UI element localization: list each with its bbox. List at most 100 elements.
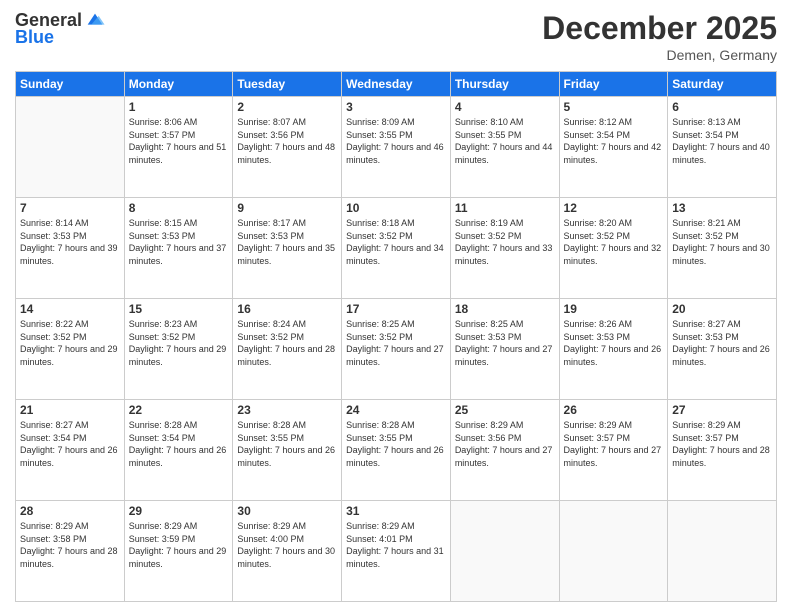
calendar-cell: 12 Sunrise: 8:20 AM Sunset: 3:52 PM Dayl…: [559, 198, 668, 299]
day-info: Sunrise: 8:25 AM Sunset: 3:52 PM Dayligh…: [346, 318, 446, 368]
day-number: 1: [129, 100, 229, 114]
calendar-cell: 20 Sunrise: 8:27 AM Sunset: 3:53 PM Dayl…: [668, 299, 777, 400]
day-info: Sunrise: 8:24 AM Sunset: 3:52 PM Dayligh…: [237, 318, 337, 368]
calendar-cell: 1 Sunrise: 8:06 AM Sunset: 3:57 PM Dayli…: [124, 97, 233, 198]
day-info: Sunrise: 8:06 AM Sunset: 3:57 PM Dayligh…: [129, 116, 229, 166]
month-title: December 2025: [542, 10, 777, 47]
col-header-tuesday: Tuesday: [233, 72, 342, 97]
calendar-cell: 22 Sunrise: 8:28 AM Sunset: 3:54 PM Dayl…: [124, 400, 233, 501]
logo-text-blue: Blue: [15, 28, 54, 48]
day-info: Sunrise: 8:29 AM Sunset: 3:57 PM Dayligh…: [564, 419, 664, 469]
day-number: 9: [237, 201, 337, 215]
calendar-week-4: 28 Sunrise: 8:29 AM Sunset: 3:58 PM Dayl…: [16, 501, 777, 602]
day-info: Sunrise: 8:28 AM Sunset: 3:55 PM Dayligh…: [346, 419, 446, 469]
calendar-cell: 19 Sunrise: 8:26 AM Sunset: 3:53 PM Dayl…: [559, 299, 668, 400]
calendar-cell: 23 Sunrise: 8:28 AM Sunset: 3:55 PM Dayl…: [233, 400, 342, 501]
col-header-sunday: Sunday: [16, 72, 125, 97]
day-number: 29: [129, 504, 229, 518]
page: General Blue December 2025 Demen, German…: [0, 0, 792, 612]
day-number: 18: [455, 302, 555, 316]
day-info: Sunrise: 8:28 AM Sunset: 3:55 PM Dayligh…: [237, 419, 337, 469]
day-info: Sunrise: 8:29 AM Sunset: 4:00 PM Dayligh…: [237, 520, 337, 570]
logo-icon: [84, 10, 106, 32]
day-number: 8: [129, 201, 229, 215]
calendar-cell: 26 Sunrise: 8:29 AM Sunset: 3:57 PM Dayl…: [559, 400, 668, 501]
day-info: Sunrise: 8:07 AM Sunset: 3:56 PM Dayligh…: [237, 116, 337, 166]
day-info: Sunrise: 8:10 AM Sunset: 3:55 PM Dayligh…: [455, 116, 555, 166]
calendar-cell: 9 Sunrise: 8:17 AM Sunset: 3:53 PM Dayli…: [233, 198, 342, 299]
calendar-cell: 28 Sunrise: 8:29 AM Sunset: 3:58 PM Dayl…: [16, 501, 125, 602]
calendar-cell: 29 Sunrise: 8:29 AM Sunset: 3:59 PM Dayl…: [124, 501, 233, 602]
day-info: Sunrise: 8:29 AM Sunset: 3:59 PM Dayligh…: [129, 520, 229, 570]
day-info: Sunrise: 8:18 AM Sunset: 3:52 PM Dayligh…: [346, 217, 446, 267]
calendar-table: SundayMondayTuesdayWednesdayThursdayFrid…: [15, 71, 777, 602]
day-info: Sunrise: 8:23 AM Sunset: 3:52 PM Dayligh…: [129, 318, 229, 368]
calendar-cell: 27 Sunrise: 8:29 AM Sunset: 3:57 PM Dayl…: [668, 400, 777, 501]
day-number: 10: [346, 201, 446, 215]
calendar-week-0: 1 Sunrise: 8:06 AM Sunset: 3:57 PM Dayli…: [16, 97, 777, 198]
col-header-monday: Monday: [124, 72, 233, 97]
day-number: 11: [455, 201, 555, 215]
day-info: Sunrise: 8:29 AM Sunset: 3:58 PM Dayligh…: [20, 520, 120, 570]
day-number: 20: [672, 302, 772, 316]
day-number: 14: [20, 302, 120, 316]
day-number: 7: [20, 201, 120, 215]
day-info: Sunrise: 8:29 AM Sunset: 3:57 PM Dayligh…: [672, 419, 772, 469]
calendar-cell: 31 Sunrise: 8:29 AM Sunset: 4:01 PM Dayl…: [342, 501, 451, 602]
calendar-cell: 21 Sunrise: 8:27 AM Sunset: 3:54 PM Dayl…: [16, 400, 125, 501]
day-info: Sunrise: 8:15 AM Sunset: 3:53 PM Dayligh…: [129, 217, 229, 267]
day-info: Sunrise: 8:13 AM Sunset: 3:54 PM Dayligh…: [672, 116, 772, 166]
day-number: 4: [455, 100, 555, 114]
calendar-cell: 25 Sunrise: 8:29 AM Sunset: 3:56 PM Dayl…: [450, 400, 559, 501]
day-info: Sunrise: 8:29 AM Sunset: 4:01 PM Dayligh…: [346, 520, 446, 570]
day-number: 17: [346, 302, 446, 316]
calendar-cell: 5 Sunrise: 8:12 AM Sunset: 3:54 PM Dayli…: [559, 97, 668, 198]
day-number: 28: [20, 504, 120, 518]
day-info: Sunrise: 8:27 AM Sunset: 3:54 PM Dayligh…: [20, 419, 120, 469]
day-info: Sunrise: 8:09 AM Sunset: 3:55 PM Dayligh…: [346, 116, 446, 166]
calendar-cell: 4 Sunrise: 8:10 AM Sunset: 3:55 PM Dayli…: [450, 97, 559, 198]
day-info: Sunrise: 8:28 AM Sunset: 3:54 PM Dayligh…: [129, 419, 229, 469]
day-info: Sunrise: 8:21 AM Sunset: 3:52 PM Dayligh…: [672, 217, 772, 267]
logo: General Blue: [15, 10, 106, 48]
day-info: Sunrise: 8:25 AM Sunset: 3:53 PM Dayligh…: [455, 318, 555, 368]
calendar-cell: 17 Sunrise: 8:25 AM Sunset: 3:52 PM Dayl…: [342, 299, 451, 400]
day-number: 22: [129, 403, 229, 417]
calendar-cell: 24 Sunrise: 8:28 AM Sunset: 3:55 PM Dayl…: [342, 400, 451, 501]
day-info: Sunrise: 8:17 AM Sunset: 3:53 PM Dayligh…: [237, 217, 337, 267]
calendar-cell: 2 Sunrise: 8:07 AM Sunset: 3:56 PM Dayli…: [233, 97, 342, 198]
day-number: 5: [564, 100, 664, 114]
calendar-cell: [668, 501, 777, 602]
calendar-cell: 11 Sunrise: 8:19 AM Sunset: 3:52 PM Dayl…: [450, 198, 559, 299]
calendar-cell: 15 Sunrise: 8:23 AM Sunset: 3:52 PM Dayl…: [124, 299, 233, 400]
calendar-header-row: SundayMondayTuesdayWednesdayThursdayFrid…: [16, 72, 777, 97]
day-number: 6: [672, 100, 772, 114]
title-block: December 2025 Demen, Germany: [542, 10, 777, 63]
day-number: 3: [346, 100, 446, 114]
calendar-cell: 16 Sunrise: 8:24 AM Sunset: 3:52 PM Dayl…: [233, 299, 342, 400]
calendar-cell: 8 Sunrise: 8:15 AM Sunset: 3:53 PM Dayli…: [124, 198, 233, 299]
calendar-cell: [559, 501, 668, 602]
col-header-friday: Friday: [559, 72, 668, 97]
calendar-week-2: 14 Sunrise: 8:22 AM Sunset: 3:52 PM Dayl…: [16, 299, 777, 400]
day-number: 26: [564, 403, 664, 417]
day-number: 13: [672, 201, 772, 215]
col-header-thursday: Thursday: [450, 72, 559, 97]
day-number: 12: [564, 201, 664, 215]
day-number: 25: [455, 403, 555, 417]
day-number: 23: [237, 403, 337, 417]
day-info: Sunrise: 8:26 AM Sunset: 3:53 PM Dayligh…: [564, 318, 664, 368]
day-info: Sunrise: 8:29 AM Sunset: 3:56 PM Dayligh…: [455, 419, 555, 469]
day-info: Sunrise: 8:27 AM Sunset: 3:53 PM Dayligh…: [672, 318, 772, 368]
calendar-cell: 13 Sunrise: 8:21 AM Sunset: 3:52 PM Dayl…: [668, 198, 777, 299]
day-info: Sunrise: 8:14 AM Sunset: 3:53 PM Dayligh…: [20, 217, 120, 267]
day-number: 30: [237, 504, 337, 518]
calendar-cell: 3 Sunrise: 8:09 AM Sunset: 3:55 PM Dayli…: [342, 97, 451, 198]
day-info: Sunrise: 8:19 AM Sunset: 3:52 PM Dayligh…: [455, 217, 555, 267]
day-info: Sunrise: 8:20 AM Sunset: 3:52 PM Dayligh…: [564, 217, 664, 267]
day-info: Sunrise: 8:22 AM Sunset: 3:52 PM Dayligh…: [20, 318, 120, 368]
day-number: 27: [672, 403, 772, 417]
calendar-cell: 18 Sunrise: 8:25 AM Sunset: 3:53 PM Dayl…: [450, 299, 559, 400]
col-header-wednesday: Wednesday: [342, 72, 451, 97]
calendar-week-1: 7 Sunrise: 8:14 AM Sunset: 3:53 PM Dayli…: [16, 198, 777, 299]
